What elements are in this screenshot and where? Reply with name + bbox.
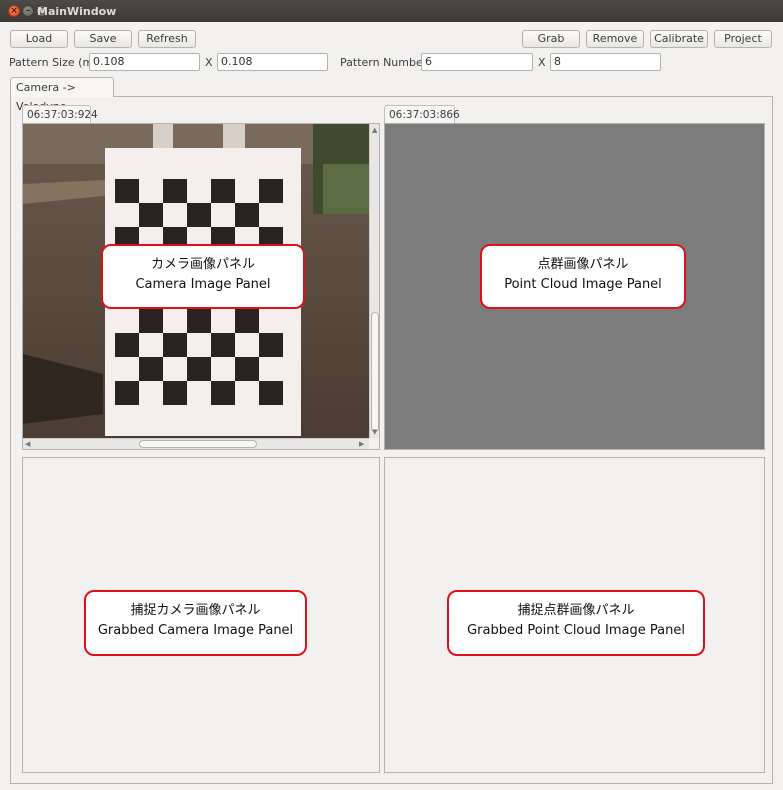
load-button[interactable]: Load (10, 30, 68, 48)
close-icon: × (10, 6, 18, 16)
grabbed-pointcloud-callout: 捕捉点群画像パネル Grabbed Point Cloud Image Pane… (447, 590, 705, 656)
camera-timestamp-tab[interactable]: 06:37:03:924 (22, 105, 98, 124)
scroll-down-icon[interactable]: ▼ (372, 428, 377, 436)
minimize-window-button[interactable]: – (22, 5, 34, 17)
title-bar: × – □ MainWindow (0, 0, 783, 22)
save-button[interactable]: Save (74, 30, 132, 48)
grabbed-pointcloud-callout-en: Grabbed Point Cloud Image Panel (467, 623, 685, 638)
pointcloud-callout-en: Point Cloud Image Panel (504, 277, 662, 292)
calibrate-button[interactable]: Calibrate (650, 30, 708, 48)
horizontal-scroll-thumb[interactable] (139, 440, 257, 448)
camera-panel-callout: カメラ画像パネル Camera Image Panel (101, 244, 305, 309)
pattern-number-label: Pattern Number (340, 56, 428, 69)
project-button[interactable]: Project (714, 30, 772, 48)
pattern-number-y-input[interactable]: 8 (550, 53, 661, 71)
grab-button[interactable]: Grab (522, 30, 580, 48)
pattern-size-label: Pattern Size (m) (9, 56, 98, 69)
remove-button[interactable]: Remove (586, 30, 644, 48)
pattern-size-y-input[interactable]: 0.108 (217, 53, 328, 71)
vertical-scroll-thumb[interactable] (371, 312, 379, 432)
close-window-button[interactable]: × (8, 5, 20, 17)
minimize-icon: – (25, 6, 31, 16)
camera-vertical-scrollbar[interactable]: ▲ ▼ (369, 124, 379, 438)
scroll-up-icon[interactable]: ▲ (372, 126, 377, 134)
pointcloud-timestamp-tab[interactable]: 06:37:03:866 (384, 105, 460, 124)
pattern-size-x-input[interactable]: 0.108 (89, 53, 200, 71)
window-title: MainWindow (37, 5, 117, 18)
main-window: × – □ MainWindow Load Save Refresh Grab … (0, 0, 783, 790)
grabbed-camera-callout: 捕捉カメラ画像パネル Grabbed Camera Image Panel (84, 590, 307, 656)
scroll-left-icon[interactable]: ◀ (25, 440, 30, 448)
pattern-number-x-input[interactable]: 6 (421, 53, 533, 71)
grabbed-camera-callout-jp: 捕捉カメラ画像パネル (130, 603, 261, 618)
refresh-button[interactable]: Refresh (138, 30, 196, 48)
pattern-number-separator: X (538, 56, 546, 69)
camera-callout-jp: カメラ画像パネル (150, 257, 255, 272)
camera-horizontal-scrollbar[interactable]: ◀ ▶ (23, 438, 369, 449)
pointcloud-callout-jp: 点群画像パネル (537, 257, 629, 272)
grabbed-pointcloud-callout-jp: 捕捉点群画像パネル (517, 603, 635, 618)
camera-callout-en: Camera Image Panel (135, 277, 271, 292)
tab-camera-velodyne[interactable]: Camera -> Velodyne (10, 77, 114, 113)
pointcloud-panel-callout: 点群画像パネル Point Cloud Image Panel (480, 244, 686, 309)
pattern-size-separator: X (205, 56, 213, 69)
grabbed-camera-callout-en: Grabbed Camera Image Panel (97, 623, 294, 638)
scroll-right-icon[interactable]: ▶ (359, 440, 364, 448)
